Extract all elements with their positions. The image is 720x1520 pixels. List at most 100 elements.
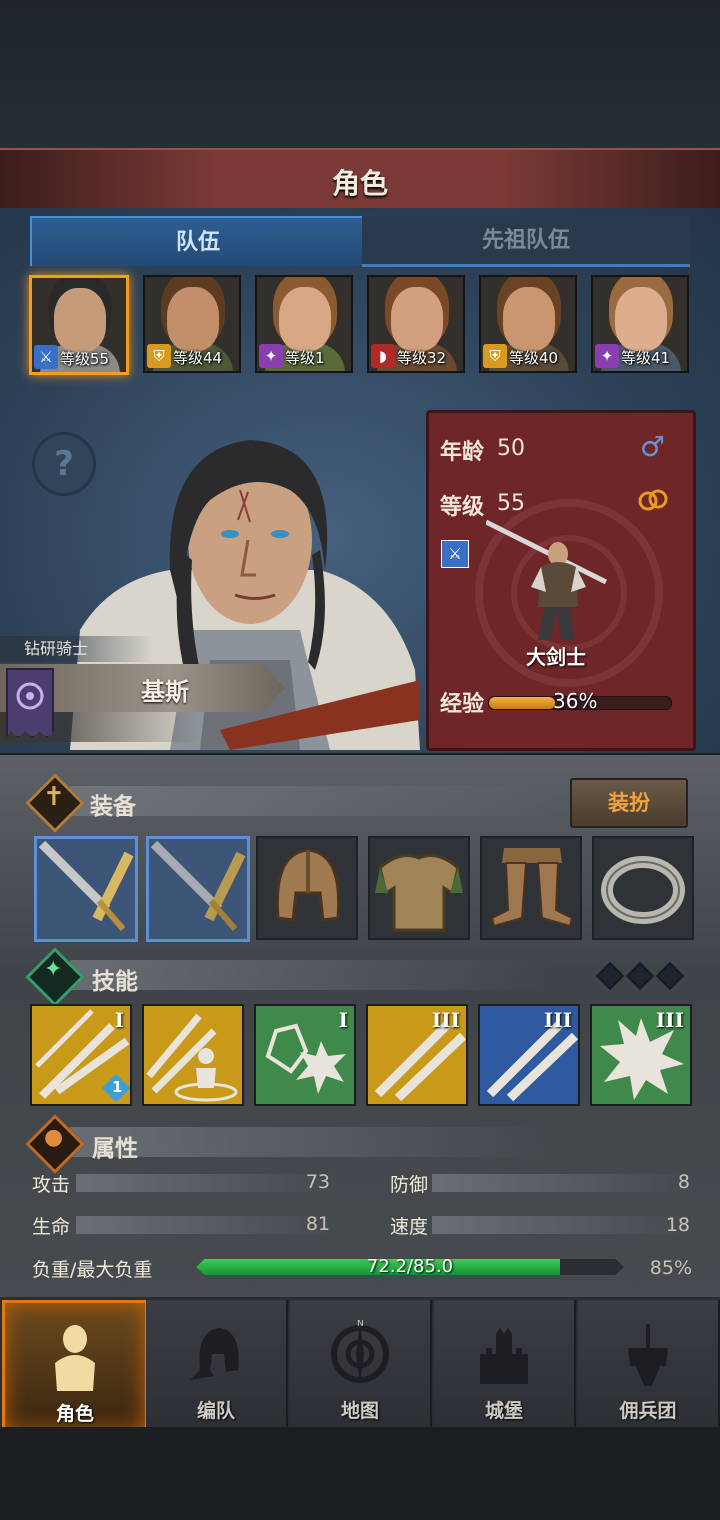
tab-ancestor-team[interactable]: 先祖队伍 xyxy=(362,216,690,267)
dress-up-button[interactable]: 装扮 xyxy=(570,778,688,828)
armor-icon xyxy=(375,854,463,932)
party-member-3[interactable]: ✦ 等级1 xyxy=(255,275,353,373)
svg-text:N: N xyxy=(357,1320,364,1329)
cross-icon: ✝ xyxy=(43,782,65,812)
load-percent: 85% xyxy=(649,1257,692,1279)
skills-title: 技能 xyxy=(92,969,138,995)
attributes-stripe xyxy=(70,1127,550,1157)
portrait-face xyxy=(391,287,443,351)
tab-team[interactable]: 队伍 xyxy=(30,216,366,266)
exp-bar-fill xyxy=(489,697,555,709)
level-label: 等级40 xyxy=(509,349,559,367)
bear-icon: ◗ xyxy=(371,344,395,368)
load-value: 72.2/85.0 xyxy=(366,1256,454,1277)
hero-title: 钻研骑士 xyxy=(0,636,154,662)
level-label: 等级55 xyxy=(60,350,110,368)
party-member-1[interactable]: ⚔ 等级55 xyxy=(29,275,129,375)
guild-emblem-icon xyxy=(6,668,54,738)
hero-name: 基斯 xyxy=(141,678,189,706)
skill-slot-5[interactable]: III xyxy=(478,1004,580,1106)
speed-value: 18 xyxy=(665,1214,690,1236)
attack-value: 73 xyxy=(305,1171,330,1193)
nav-label: 城堡 xyxy=(484,1400,523,1422)
sword-icon: ⚔ xyxy=(34,345,58,369)
equip-slot-ring[interactable] xyxy=(592,836,694,940)
load-label: 负重/最大负重 xyxy=(32,1259,153,1281)
skill-slot-3[interactable]: I xyxy=(254,1004,356,1106)
defense-value: 8 xyxy=(677,1171,690,1193)
nav-map[interactable]: N 地图 xyxy=(290,1300,432,1427)
exp-percent: 36% xyxy=(553,689,598,713)
equipment-title: 装备 xyxy=(90,794,136,820)
nav-character[interactable]: 角色 xyxy=(2,1300,148,1433)
skill-slot-1[interactable]: I 1 xyxy=(30,1004,132,1106)
attack-label: 攻击 xyxy=(32,1174,71,1196)
compass-icon: N xyxy=(331,1320,389,1384)
nav-formation[interactable]: 编队 xyxy=(146,1300,288,1427)
age-label: 年龄 xyxy=(440,440,485,465)
equip-slot-helmet[interactable] xyxy=(256,836,358,940)
party-member-2[interactable]: ⛨ 等级44 xyxy=(143,275,241,373)
attributes-title: 属性 xyxy=(92,1136,138,1162)
greatsword-icon xyxy=(150,840,246,931)
greaves-icon xyxy=(490,848,574,928)
star-icon: ✦ xyxy=(44,957,63,982)
rings-icon xyxy=(638,489,668,511)
portrait-face xyxy=(167,287,219,351)
hero-class-sprite xyxy=(486,519,608,640)
system-bar-area xyxy=(0,1427,720,1520)
age-value: 50 xyxy=(497,436,525,461)
sword-icon: ⚔ xyxy=(441,540,469,568)
equip-slot-weapon-1[interactable] xyxy=(34,836,138,942)
shield-icon: ⛨ xyxy=(147,344,171,368)
banner-fist-icon xyxy=(628,1324,668,1386)
party-member-4[interactable]: ◗ 等级32 xyxy=(367,275,465,373)
level-label: 等级44 xyxy=(173,349,223,367)
equip-slot-legs[interactable] xyxy=(480,836,582,940)
skill-slot-4[interactable]: III xyxy=(366,1004,468,1106)
helmet-icon xyxy=(275,848,341,922)
equipment-stripe xyxy=(70,786,550,816)
staff-icon: ✦ xyxy=(259,344,283,368)
skill-slot-6[interactable]: III xyxy=(590,1004,692,1106)
skill-tier: III xyxy=(655,1008,684,1032)
person-icon: ● xyxy=(44,1125,64,1150)
portrait-face xyxy=(615,287,667,351)
hp-value: 81 xyxy=(305,1213,330,1235)
level-label: 等级41 xyxy=(621,349,671,367)
title-banner: 角色 xyxy=(0,148,720,212)
greatsword-icon xyxy=(38,840,134,931)
helmet-formation-icon xyxy=(190,1328,239,1380)
skills-stripe xyxy=(70,960,550,990)
level-label: 等级 xyxy=(440,495,485,520)
level-label: 等级1 xyxy=(285,349,325,367)
knight-icon xyxy=(55,1325,95,1391)
nav-label: 地图 xyxy=(340,1400,379,1422)
skill-tier: III xyxy=(543,1008,572,1032)
equip-slot-weapon-2[interactable] xyxy=(146,836,250,942)
level-label: 等级32 xyxy=(397,349,447,367)
exp-label: 经验 xyxy=(440,692,485,717)
skill-tier: III xyxy=(431,1008,460,1032)
skill-tier: I xyxy=(338,1008,348,1032)
portrait-face xyxy=(54,288,106,352)
portrait-face xyxy=(279,287,331,351)
party-member-6[interactable]: ✦ 等级41 xyxy=(591,275,689,373)
top-bar xyxy=(0,0,720,148)
nav-castle[interactable]: 城堡 xyxy=(434,1300,576,1427)
portrait-face xyxy=(503,287,555,351)
nav-label: 角色 xyxy=(55,1403,94,1425)
hp-label: 生命 xyxy=(32,1216,71,1238)
nav-label: 编队 xyxy=(196,1400,235,1422)
sword-aura-icon xyxy=(146,1013,238,1102)
male-icon: ♂ xyxy=(640,430,666,463)
skill-slot-2[interactable] xyxy=(142,1004,244,1106)
castle-icon xyxy=(480,1328,528,1384)
party-member-5[interactable]: ⛨ 等级40 xyxy=(479,275,577,373)
nav-mercenaries[interactable]: 佣兵团 xyxy=(578,1300,720,1427)
equip-slot-armor[interactable] xyxy=(368,836,470,940)
skill-tier: I xyxy=(114,1008,124,1032)
hero-class-name: 大剑士 xyxy=(526,645,586,669)
defense-label: 防御 xyxy=(390,1174,429,1196)
shield-icon: ⛨ xyxy=(483,344,507,368)
